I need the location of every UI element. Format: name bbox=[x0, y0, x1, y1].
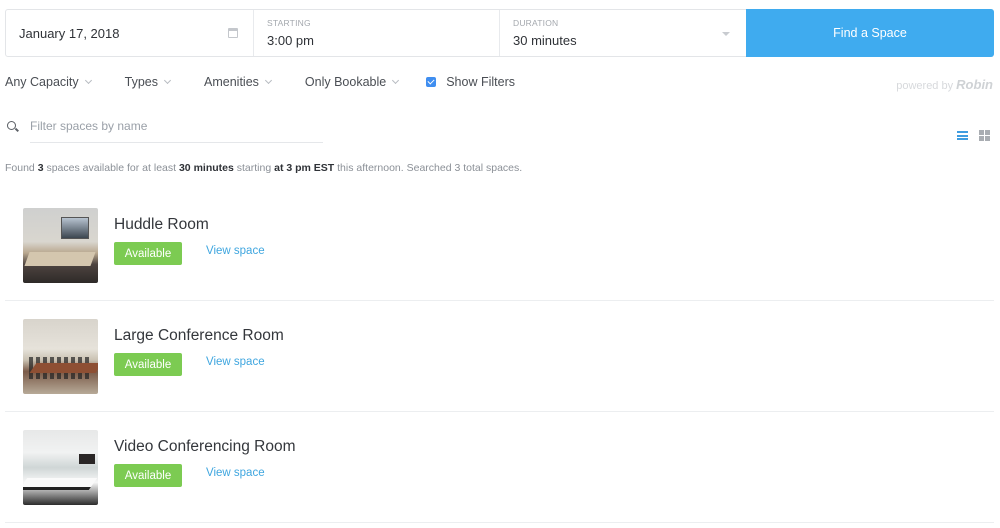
show-filters-label: Show Filters bbox=[446, 75, 515, 89]
results-summary: Found 3 spaces available for at least 30… bbox=[5, 162, 522, 174]
show-filters-checkbox[interactable] bbox=[426, 77, 437, 87]
status-badge: Available bbox=[114, 464, 182, 487]
date-picker[interactable]: January 17, 2018 bbox=[6, 10, 254, 56]
name-filter bbox=[5, 116, 323, 144]
space-photo[interactable] bbox=[23, 430, 98, 505]
search-icon bbox=[7, 121, 16, 130]
filter-amenities[interactable]: Amenities bbox=[204, 75, 272, 89]
space-photo[interactable] bbox=[23, 208, 98, 283]
chevron-down-icon bbox=[163, 76, 172, 85]
caret-down-icon bbox=[722, 32, 730, 36]
starting-label: STARTING bbox=[267, 18, 311, 28]
space-row: Huddle Room Available View space bbox=[5, 190, 994, 301]
summary-duration: 30 minutes bbox=[178, 162, 234, 174]
space-name: Large Conference Room bbox=[114, 327, 284, 344]
filter-spaces-input[interactable] bbox=[30, 116, 323, 143]
find-a-space-button[interactable]: Find a Space bbox=[746, 9, 994, 57]
summary-time: at 3 pm EST bbox=[274, 162, 335, 174]
space-name: Video Conferencing Room bbox=[114, 438, 296, 455]
list-view-icon[interactable] bbox=[957, 131, 968, 140]
starting-time-field[interactable]: STARTING 3:00 pm bbox=[254, 10, 500, 56]
filter-label: Types bbox=[124, 75, 159, 89]
space-photo[interactable] bbox=[23, 319, 98, 394]
starting-value: 3:00 pm bbox=[267, 33, 314, 48]
view-space-link[interactable]: View space bbox=[206, 245, 265, 257]
grid-view-icon[interactable] bbox=[979, 130, 990, 141]
space-row: Large Conference Room Available View spa… bbox=[5, 301, 994, 412]
filter-bar: Any Capacity Types Amenities Only Bookab… bbox=[5, 75, 515, 89]
summary-text: this afternoon. Searched 3 total spaces. bbox=[334, 162, 523, 174]
status-badge: Available bbox=[114, 353, 182, 376]
view-toggle bbox=[957, 130, 990, 141]
space-list: Huddle Room Available View space Large C… bbox=[5, 190, 994, 523]
duration-select[interactable]: DURATION 30 minutes bbox=[500, 10, 746, 56]
view-space-link[interactable]: View space bbox=[206, 467, 265, 479]
summary-text: Found bbox=[5, 162, 38, 174]
filter-label: Any Capacity bbox=[5, 75, 79, 89]
summary-text: spaces available for at least bbox=[43, 162, 179, 174]
filter-types[interactable]: Types bbox=[124, 75, 172, 89]
space-name: Huddle Room bbox=[114, 216, 209, 233]
show-filters-toggle[interactable]: Show Filters bbox=[426, 75, 515, 89]
chevron-down-icon bbox=[264, 76, 272, 85]
powered-by-robin: powered by Robin bbox=[896, 77, 993, 92]
chevron-down-icon bbox=[84, 76, 92, 85]
calendar-icon[interactable] bbox=[228, 28, 238, 38]
space-row: Video Conferencing Room Available View s… bbox=[5, 412, 994, 523]
duration-label: DURATION bbox=[513, 18, 559, 28]
filter-capacity[interactable]: Any Capacity bbox=[5, 75, 92, 89]
summary-text: starting bbox=[233, 162, 275, 174]
search-bar: January 17, 2018 STARTING 3:00 pm DURATI… bbox=[5, 9, 994, 57]
duration-value: 30 minutes bbox=[513, 33, 577, 48]
date-value: January 17, 2018 bbox=[19, 25, 120, 41]
status-badge: Available bbox=[114, 242, 182, 265]
chevron-down-icon bbox=[392, 76, 400, 85]
powered-by-text: powered by bbox=[896, 80, 954, 92]
view-space-link[interactable]: View space bbox=[206, 356, 265, 368]
filter-bookable[interactable]: Only Bookable bbox=[304, 75, 400, 89]
filter-label: Only Bookable bbox=[304, 75, 387, 89]
filter-label: Amenities bbox=[204, 75, 259, 89]
robin-logo: Robin bbox=[956, 77, 993, 92]
